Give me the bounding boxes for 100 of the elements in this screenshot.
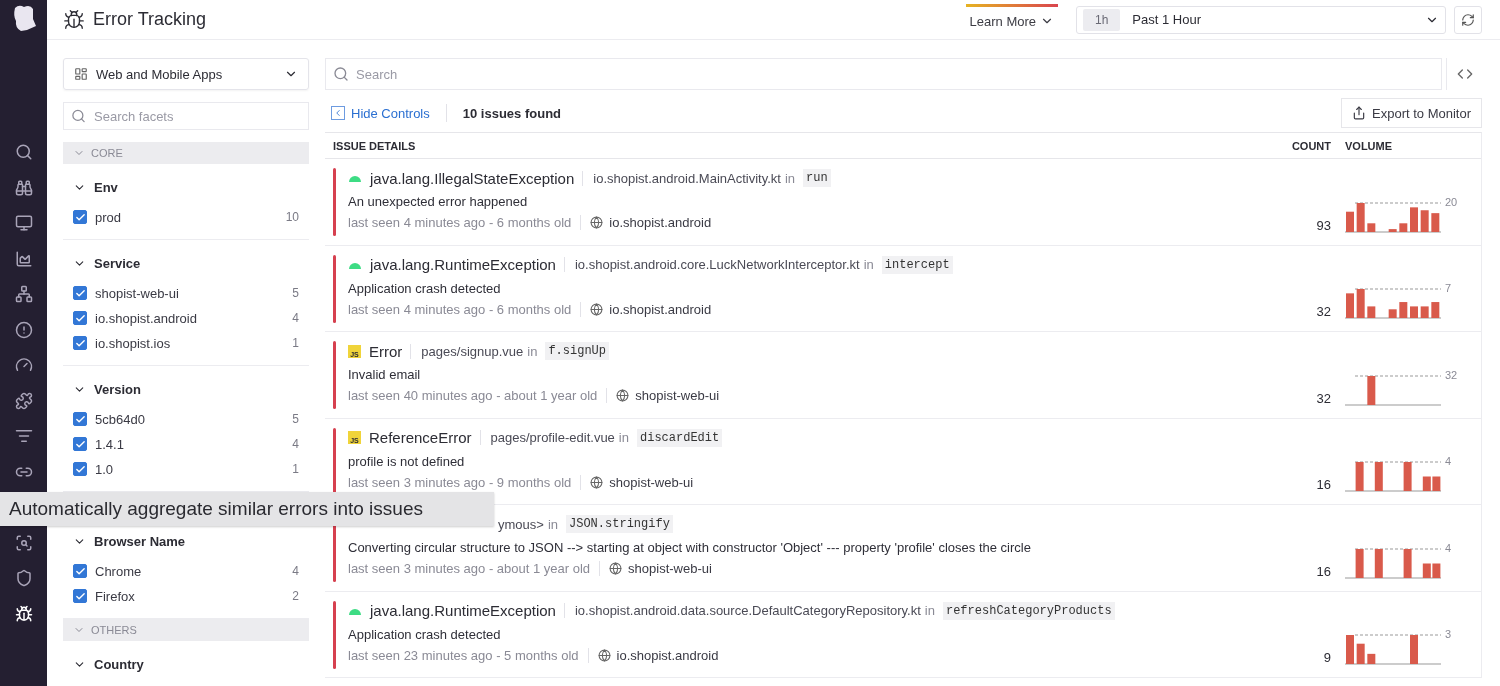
volume-max-label: 4 — [1445, 455, 1452, 467]
globe-icon — [590, 302, 604, 316]
facet-count: 5 — [292, 412, 299, 426]
error-type[interactable]: java.lang.RuntimeException — [370, 602, 556, 619]
facet-group-title[interactable]: Service — [73, 255, 299, 271]
facet-group-title[interactable]: Browser Name — [73, 533, 299, 549]
error-message: Application crash detected — [348, 626, 502, 642]
search-icon[interactable] — [14, 143, 33, 161]
volume-max-label: 4 — [1445, 541, 1452, 554]
source-file: io.shopist.android.core.LuckNetworkInterceptor.kt — [563, 257, 860, 272]
checkbox[interactable] — [73, 412, 87, 426]
collapse-icon — [331, 106, 345, 120]
page-title: Error Tracking — [93, 9, 207, 30]
function-name: discardEdit — [637, 428, 723, 447]
facet-count: 1 — [292, 336, 299, 350]
refresh-icon — [1461, 12, 1475, 27]
shield-icon[interactable] — [14, 569, 33, 587]
facet-label: Firefox — [95, 588, 136, 604]
gauge-icon[interactable] — [14, 356, 33, 374]
checkbox[interactable] — [73, 462, 87, 476]
bug-icon — [63, 8, 85, 31]
last-seen-text: last seen 4 minutes ago - 6 months old — [348, 301, 572, 317]
facet-count: 4 — [292, 564, 299, 578]
filter-icon[interactable] — [14, 427, 33, 445]
facet-count: 4 — [292, 311, 299, 325]
error-message: Converting circular structure to JSON --> starting at object with constructor 'Object' --- property 'profile' closes the circle — [348, 540, 1031, 555]
service-name: io.shopist.android — [616, 647, 719, 663]
checkbox[interactable] — [73, 564, 87, 578]
error-type[interactable]: java.lang.RuntimeException — [370, 256, 556, 273]
binoculars-icon[interactable] — [14, 178, 33, 197]
area-chart-icon[interactable] — [14, 249, 33, 268]
facet-count: 2 — [292, 589, 299, 603]
facet-label: 5cb64d0 — [95, 411, 146, 427]
error-type[interactable]: ReferenceError — [369, 429, 472, 446]
checkbox[interactable] — [73, 311, 87, 325]
network-icon[interactable] — [14, 285, 33, 303]
facet-count: 5 — [292, 286, 299, 300]
globe-icon — [609, 562, 623, 575]
facet-group-title[interactable]: Version — [73, 381, 299, 397]
apps-icon — [74, 67, 88, 81]
facet-search-field[interactable]: Search facets — [63, 102, 309, 130]
scan-icon[interactable] — [14, 533, 33, 552]
volume-max-label: 7 — [1445, 282, 1452, 294]
issue-count: 9 — [1322, 650, 1331, 667]
globe-icon — [590, 216, 604, 229]
function-name: refreshCategoryProducts — [942, 601, 1115, 620]
last-seen-text: last seen 40 minutes ago - about 1 year old — [348, 388, 598, 403]
facet-count: 1 — [292, 462, 299, 476]
issue-count: 16 — [1315, 563, 1331, 581]
facet-group-title[interactable]: Env — [73, 179, 299, 195]
column-header: VOLUME — [1344, 139, 1394, 152]
checkbox[interactable] — [73, 437, 87, 451]
facet-group-title[interactable]: Country — [73, 656, 299, 672]
search-field[interactable]: Search — [325, 58, 1442, 90]
source-file: io.shopist.android.MainActivity.kt — [582, 170, 781, 186]
issue-count: 32 — [1315, 390, 1331, 408]
issue-count: 32 — [1315, 304, 1331, 321]
refresh-button[interactable] — [1454, 5, 1482, 34]
last-seen-text: last seen 3 minutes ago - 9 months old — [348, 474, 572, 490]
service-name: shopist-web-ui — [609, 474, 694, 490]
alert-icon[interactable] — [14, 320, 33, 339]
in-label: in — [784, 170, 796, 186]
source-file: ymous> — [498, 516, 544, 532]
column-header: ISSUE DETAILS — [333, 139, 417, 152]
in-label: in — [863, 257, 874, 272]
source-file: pages/signup.vue — [410, 343, 524, 359]
globe-icon — [616, 389, 630, 402]
checkbox[interactable] — [73, 336, 87, 350]
issue-count: 93 — [1315, 217, 1331, 235]
scope-select[interactable]: Web and Mobile Apps — [63, 58, 309, 90]
checkbox[interactable] — [73, 286, 87, 300]
time-range-picker[interactable]: 1h Past 1 Hour — [1076, 5, 1446, 34]
bug-icon[interactable] — [14, 604, 33, 623]
time-range-label: Past 1 Hour — [1132, 12, 1202, 27]
facet-label: shopist-web-ui — [95, 285, 180, 301]
function-name: f.signUp — [545, 342, 609, 360]
error-type[interactable]: Error — [369, 342, 403, 360]
service-name: shopist-web-ui — [628, 561, 712, 576]
hide-controls-link[interactable]: Hide Controls — [331, 105, 430, 121]
tooltip: Automatically aggregate similar errors into issues — [0, 492, 494, 526]
globe-icon — [590, 475, 604, 489]
service-name: io.shopist.android — [609, 301, 712, 317]
globe-icon — [597, 648, 611, 662]
in-label: in — [547, 516, 558, 532]
export-button[interactable]: Export to Monitor — [1341, 98, 1482, 128]
checkbox[interactable] — [73, 589, 87, 603]
code-icon — [1456, 66, 1473, 82]
facet-label: io.shopist.android — [95, 310, 198, 326]
issues-found-label: 10 issues found — [462, 105, 561, 121]
function-name: intercept — [881, 255, 953, 274]
error-message: profile is not defined — [348, 453, 466, 469]
puzzle-icon[interactable] — [14, 391, 33, 410]
last-seen-text: last seen 4 minutes ago - 6 months old — [348, 215, 572, 230]
service-name: io.shopist.android — [609, 215, 712, 230]
monitor-icon[interactable] — [14, 214, 33, 232]
error-type[interactable]: java.lang.IllegalStateException — [370, 169, 575, 187]
source-file: pages/profile-edit.vue — [479, 430, 615, 445]
checkbox[interactable] — [73, 210, 87, 224]
volume-max-label: 20 — [1445, 195, 1458, 208]
function-name: run — [803, 169, 831, 187]
